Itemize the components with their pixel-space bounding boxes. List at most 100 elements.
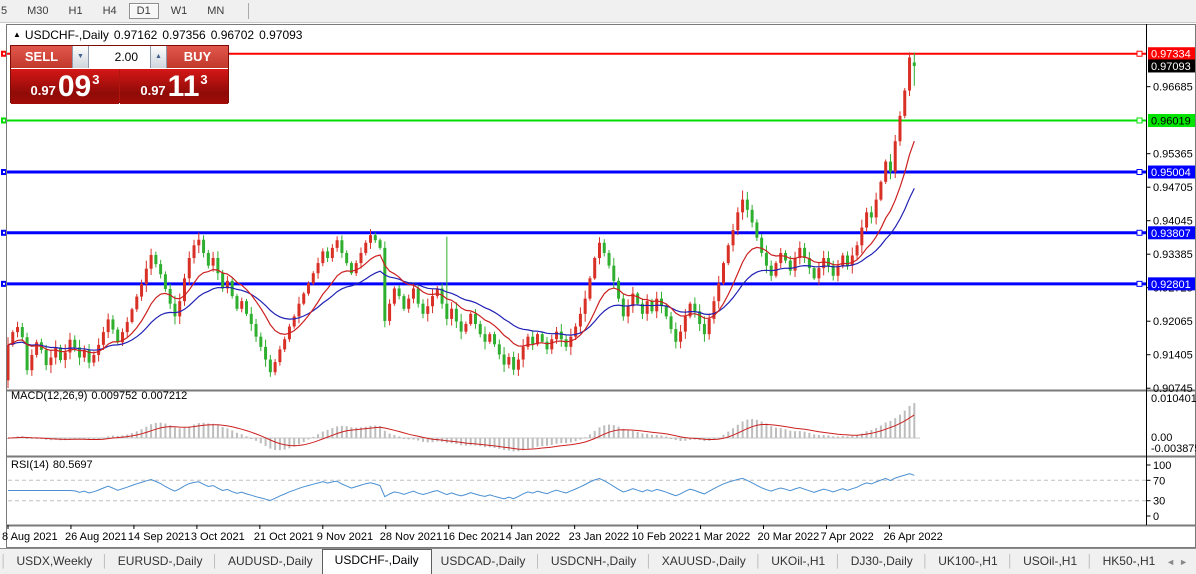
- volume-input[interactable]: [89, 46, 150, 68]
- timeframe-button-w1[interactable]: W1: [163, 3, 196, 19]
- macd-histogram-bar: [913, 403, 915, 438]
- axis-level-0.93807-marker[interactable]: [1137, 230, 1142, 235]
- candle-body: [197, 240, 200, 246]
- axis-level-0.92801-marker[interactable]: [1137, 281, 1142, 286]
- timeframe-button-m30[interactable]: M30: [19, 3, 56, 19]
- macd-histogram-bar: [765, 424, 767, 438]
- sell-big-figure: 0.97: [31, 83, 56, 104]
- y-tick-label: 0.93385: [1153, 249, 1193, 261]
- candle-body: [584, 299, 587, 314]
- candle-body: [760, 238, 763, 253]
- candle-body: [717, 283, 720, 301]
- candle-body: [684, 316, 687, 331]
- candle-body: [789, 261, 792, 271]
- y-tick-label: 0.92065: [1153, 316, 1193, 328]
- sell-button[interactable]: SELL: [11, 46, 72, 68]
- volume-increase-button[interactable]: ▲: [150, 46, 167, 68]
- macd-histogram-bar: [804, 432, 806, 438]
- tab-scroll-arrows[interactable]: ◄►: [1166, 557, 1192, 567]
- rsi-label: RSI(14)80.5697: [11, 459, 97, 471]
- macd-histogram-bar: [403, 438, 405, 439]
- tab-ukoil-h1[interactable]: UKOil-,H1: [762, 550, 834, 574]
- candle-body: [722, 263, 725, 283]
- candle-body: [16, 327, 19, 332]
- candle-body: [255, 324, 258, 337]
- macd-histogram-bar: [346, 426, 348, 438]
- candle-body: [913, 62, 916, 66]
- candle-body: [283, 339, 286, 349]
- candle-body: [131, 309, 134, 322]
- candle-body: [355, 263, 358, 273]
- macd-histogram-bar: [508, 438, 510, 450]
- candle-body: [851, 255, 854, 265]
- tab-usdcad-daily[interactable]: USDCAD-,Daily: [432, 550, 535, 574]
- tab-xauusd-daily[interactable]: XAUUSD-,Daily: [653, 550, 755, 574]
- macd-histogram-bar: [832, 436, 834, 438]
- volume-decrease-button[interactable]: ▼: [72, 46, 89, 68]
- collapse-triangle-icon[interactable]: ▲: [13, 30, 21, 39]
- candle-body: [159, 264, 162, 274]
- y-tick-label: 0.94705: [1153, 182, 1193, 194]
- timeframe-button-d1[interactable]: D1: [129, 3, 159, 19]
- buy-big-figure: 0.97: [140, 83, 165, 104]
- candle-body: [374, 235, 377, 240]
- timeframe-button-5[interactable]: 5: [0, 3, 15, 19]
- axis-level-0.95004-marker[interactable]: [1137, 170, 1142, 175]
- candle-body: [73, 340, 76, 348]
- tab-audusd-daily[interactable]: AUDUSD-,Daily: [219, 550, 322, 574]
- macd-histogram-bar: [880, 425, 882, 438]
- tab-separator: │: [755, 554, 763, 574]
- tab-usdcnh-daily[interactable]: USDCNH-,Daily: [542, 550, 645, 574]
- macd-histogram-bar: [837, 437, 839, 438]
- candle-body: [178, 301, 181, 316]
- candle-body: [908, 57, 911, 90]
- timeframe-button-mn[interactable]: MN: [199, 3, 232, 19]
- timeframe-button-h4[interactable]: H4: [95, 3, 125, 19]
- macd-histogram-bar: [298, 438, 300, 444]
- tab-scroll-left-icon[interactable]: ◄: [1166, 557, 1179, 567]
- axis-level-0.97334-marker[interactable]: [1137, 51, 1142, 56]
- macd-histogram-bar: [842, 436, 844, 438]
- y-tick-label: 0.94045: [1153, 216, 1193, 228]
- candle-body: [856, 245, 859, 255]
- candle-body: [598, 243, 601, 258]
- macd-histogram-bar: [870, 430, 872, 438]
- candle-body: [49, 358, 52, 366]
- macd-histogram-bar: [575, 438, 577, 441]
- x-tick-label: 23 Jan 2022: [569, 531, 630, 543]
- bid-price-label: 0.97093: [1151, 61, 1191, 73]
- tab-scroll-right-icon[interactable]: ►: [1179, 557, 1192, 567]
- tab-usoil-h1[interactable]: USOil-,H1: [1014, 550, 1086, 574]
- ohlc-open: 0.97162: [114, 28, 157, 42]
- macd-histogram-bar: [527, 438, 529, 449]
- axis-level-0.96019-marker[interactable]: [1137, 118, 1142, 123]
- candle-body: [269, 360, 272, 373]
- buy-price-display[interactable]: 0.97 11 3: [120, 69, 228, 104]
- macd-histogram-bar: [522, 438, 524, 450]
- candle-body: [135, 297, 138, 310]
- candle-body: [674, 329, 677, 342]
- tab-uk100-h1[interactable]: UK100-,H1: [929, 550, 1006, 574]
- macd-histogram-bar: [894, 418, 896, 438]
- tab-usdx-weekly[interactable]: USDX,Weekly: [8, 550, 102, 574]
- tab-hk50-h1[interactable]: HK50-,H1: [1094, 550, 1165, 574]
- candle-body: [26, 337, 29, 370]
- macd-histogram-bar: [770, 426, 772, 438]
- candle-body: [751, 210, 754, 223]
- macd-histogram-bar: [255, 438, 257, 441]
- macd-histogram-bar: [608, 425, 610, 438]
- sell-price-display[interactable]: 0.97 09 3: [11, 69, 119, 104]
- tab-separator: │: [534, 554, 542, 574]
- candle-body: [889, 162, 892, 172]
- tab-eurusd-daily[interactable]: EURUSD-,Daily: [109, 550, 212, 574]
- candle-body: [30, 355, 33, 370]
- macd-histogram-bar: [455, 438, 457, 444]
- tab-dj30-daily[interactable]: DJ30-,Daily: [842, 550, 922, 574]
- buy-button[interactable]: BUY: [167, 46, 228, 68]
- candle-body: [207, 253, 210, 266]
- candle-body: [364, 243, 367, 253]
- tab-usdchf-daily[interactable]: USDCHF-,Daily: [322, 549, 432, 574]
- macd-histogram-bar: [250, 438, 252, 439]
- timeframe-button-h1[interactable]: H1: [61, 3, 91, 19]
- candle-body: [150, 255, 153, 269]
